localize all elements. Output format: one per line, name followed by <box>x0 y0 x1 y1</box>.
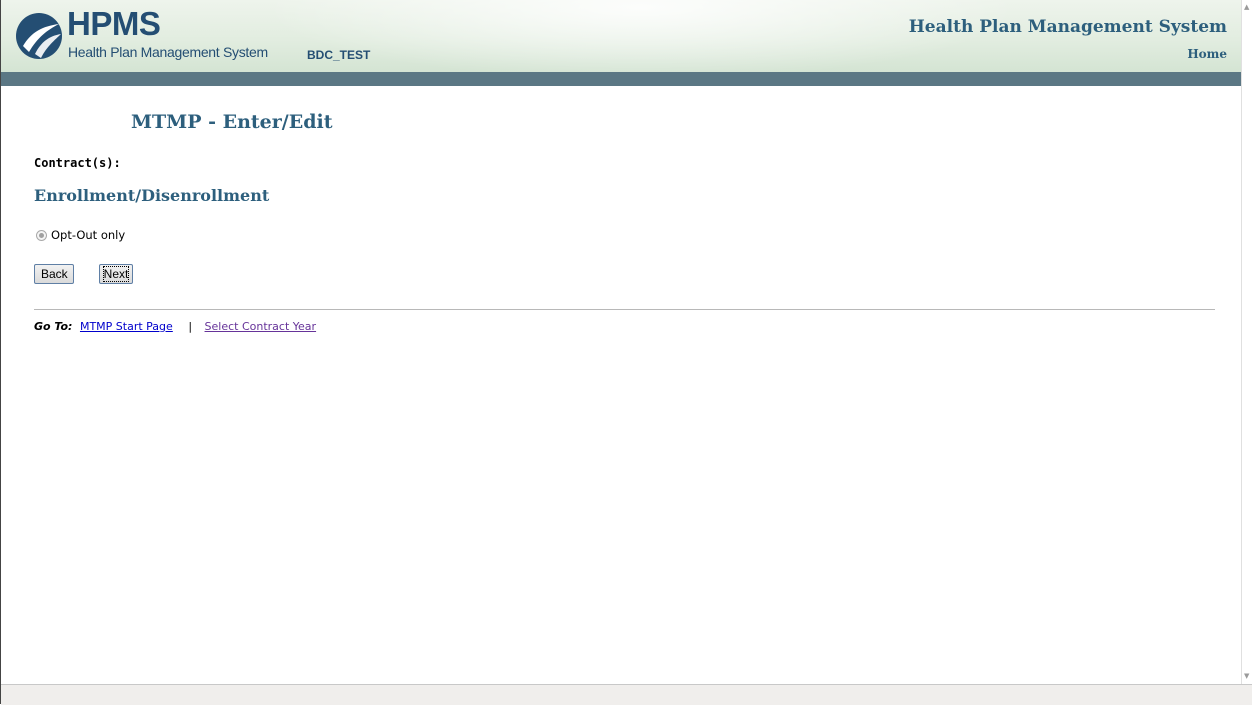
logo-subtitle: Health Plan Management System <box>68 44 268 60</box>
select-contract-year-link[interactable]: Select Contract Year <box>205 320 317 333</box>
browser-frame <box>0 0 1252 704</box>
browser-status-bar <box>1 684 1252 705</box>
scroll-up-arrow-icon[interactable]: ▲ <box>1244 3 1249 11</box>
page-title: MTMP - Enter/Edit <box>131 111 333 133</box>
scroll-down-arrow-icon[interactable]: ▼ <box>1244 672 1249 680</box>
hpms-logo-icon <box>16 13 62 59</box>
goto-navigation: Go To: MTMP Start Page | Select Contract… <box>34 320 316 333</box>
opt-out-radio[interactable] <box>36 230 47 241</box>
goto-label: Go To: <box>34 320 73 333</box>
back-button[interactable]: Back <box>34 264 74 284</box>
vertical-scrollbar[interactable]: ▲ ▼ <box>1241 0 1252 684</box>
environment-label: BDC_TEST <box>307 48 371 62</box>
mtmp-start-page-link[interactable]: MTMP Start Page <box>80 320 173 333</box>
app-header: HPMS Health Plan Management System BDC_T… <box>1 0 1241 72</box>
opt-out-label: Opt-Out only <box>51 228 126 242</box>
header-band <box>1 72 1241 86</box>
home-link[interactable]: Home <box>1187 47 1227 61</box>
section-heading: Enrollment/Disenrollment <box>34 186 270 205</box>
system-title: Health Plan Management System <box>908 17 1227 37</box>
header-swoosh-decoration <box>261 0 1021 72</box>
section-divider <box>34 309 1215 310</box>
logo-wordmark: HPMS <box>67 5 161 42</box>
next-button[interactable]: Next <box>99 264 133 284</box>
goto-separator: | <box>188 320 193 333</box>
contract-label: Contract(s): <box>34 156 121 170</box>
next-button-label: Next <box>102 266 130 282</box>
